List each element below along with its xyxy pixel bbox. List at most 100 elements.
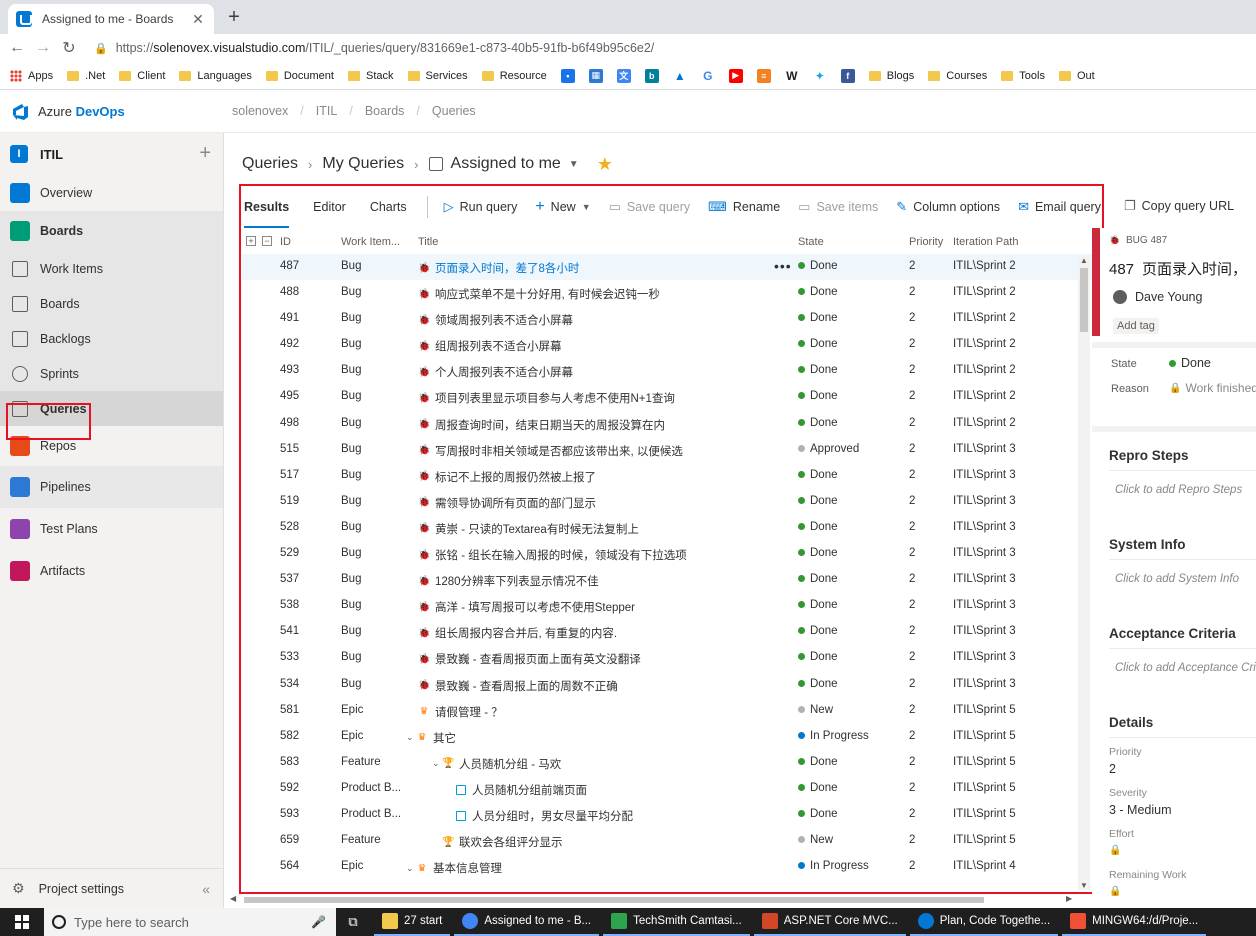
crumb-org[interactable]: solenovex (232, 104, 288, 118)
repro-steps-title: Repro Steps (1109, 448, 1189, 463)
project-settings[interactable]: ⚙ Project settings « (0, 868, 224, 908)
system-info-field[interactable]: Click to add System Info (1115, 573, 1239, 585)
sidebar-item-overview[interactable]: Overview (0, 175, 223, 211)
facebook-bookmark-icon[interactable]: f (840, 68, 855, 83)
taskbar-git-bash[interactable]: MINGW64:/d/Proje... (1062, 908, 1207, 936)
scroll-down-arrow-icon[interactable]: ▼ (1080, 881, 1088, 890)
scroll-left-arrow-icon[interactable]: ◀ (230, 894, 236, 903)
crumb-queries[interactable]: Queries (432, 104, 476, 118)
crumb-queries-root[interactable]: Queries (242, 155, 298, 173)
add-tag-button[interactable]: Add tag (1113, 318, 1159, 334)
bookmark-folder[interactable]: Resource (481, 70, 547, 82)
google-bookmark-icon[interactable]: G (700, 68, 715, 83)
translate-bookmark-icon[interactable]: 文 (616, 68, 631, 83)
calendar-bookmark-icon[interactable]: ▦ (588, 68, 603, 83)
scroll-up-arrow-icon[interactable]: ▲ (1080, 256, 1088, 265)
pipelines-icon (10, 477, 30, 497)
taskbar-chrome[interactable]: Assigned to me - B... (454, 908, 600, 936)
scroll-thumb[interactable] (1080, 268, 1088, 332)
wikipedia-bookmark-icon[interactable]: W (784, 68, 799, 83)
youtube-bookmark-icon[interactable]: ▶ (728, 68, 743, 83)
favorite-star-icon[interactable]: ★ (597, 154, 613, 175)
acceptance-criteria-title: Acceptance Criteria (1109, 626, 1236, 641)
reload-icon[interactable]: ↻ (56, 38, 82, 58)
bing-bookmark-icon[interactable]: b (644, 68, 659, 83)
bookmark-folder[interactable]: Document (265, 70, 334, 82)
folder-icon (67, 70, 80, 81)
work-item-title[interactable]: 487 页面录入时间， (1109, 258, 1247, 279)
new-tab-button[interactable]: + (224, 6, 244, 28)
bookmark-folder[interactable]: Services (407, 70, 468, 82)
vertical-scrollbar[interactable]: ▲ ▼ (1078, 256, 1090, 890)
bookmark-folder[interactable]: Blogs (868, 70, 914, 82)
crumb-boards[interactable]: Boards (365, 104, 405, 118)
sidebar-item-sprints[interactable]: Sprints (0, 356, 223, 391)
stackoverflow-bookmark-icon[interactable]: ≡ (756, 68, 771, 83)
chrome-icon (462, 913, 479, 929)
work-item-type-label: 🐞 BUG 487 (1109, 235, 1168, 246)
taskbar-explorer[interactable]: 27 start (374, 908, 451, 936)
bookmark-folder[interactable]: Courses (928, 70, 987, 82)
browser-tab[interactable]: Assigned to me - Boards ✕ (8, 4, 214, 34)
azure-bookmark-icon[interactable]: ▲ (672, 68, 687, 83)
copy-icon: ❐ (1124, 198, 1136, 213)
remaining-work-label: Remaining Work (1109, 869, 1187, 881)
sidebar-item-work-items[interactable]: Work Items (0, 251, 223, 286)
url-field[interactable]: 🔒 https://solenovex.visualstudio.com/ITI… (94, 41, 654, 55)
microphone-icon[interactable]: 🎤 (311, 915, 326, 929)
effort-label: Effort (1109, 828, 1134, 840)
collapse-sidebar-icon[interactable]: « (202, 881, 210, 897)
taskbar-powerpoint[interactable]: ASP.NET Core MVC... (753, 908, 906, 936)
bookmark-folder[interactable]: Languages (179, 70, 252, 82)
bookmark-folder[interactable]: Stack (347, 70, 394, 82)
crumb-project[interactable]: ITIL (316, 104, 338, 118)
sidebar-item-pipelines[interactable]: Pipelines (0, 466, 223, 508)
severity-value[interactable]: 3 - Medium (1109, 803, 1172, 817)
lock-icon: 🔒 (1109, 886, 1122, 897)
azure-devops-logo-icon[interactable] (10, 102, 30, 122)
org-breadcrumb: solenovex / ITIL / Boards / Queries (232, 104, 488, 118)
chevron-down-icon[interactable]: ▼ (569, 159, 579, 170)
add-icon[interactable]: + (199, 142, 211, 165)
project-header[interactable]: I ITIL + (0, 133, 223, 175)
scroll-right-arrow-icon[interactable]: ▶ (1066, 894, 1072, 903)
crumb-current-query[interactable]: Assigned to me (451, 155, 561, 173)
severity-label: Severity (1109, 787, 1147, 799)
taskbar-edge[interactable]: Plan, Code Togethe... (909, 908, 1059, 936)
forward-arrow-icon[interactable]: → (30, 39, 56, 57)
sidebar-item-boards[interactable]: Boards (0, 286, 223, 321)
paw-bookmark-icon[interactable]: • (560, 68, 575, 83)
bookmark-folder[interactable]: Out (1058, 70, 1095, 82)
taskbar-camtasia[interactable]: TechSmith Camtasi... (603, 908, 750, 936)
horizontal-scrollbar[interactable]: ◀ ▶ (230, 894, 1078, 906)
priority-value[interactable]: 2 (1109, 762, 1116, 776)
scroll-thumb[interactable] (244, 897, 984, 903)
state-value[interactable]: Done (1169, 356, 1211, 370)
test-plans-icon (10, 519, 30, 539)
close-tab-icon[interactable]: ✕ (190, 11, 206, 28)
start-button[interactable] (0, 908, 44, 936)
acceptance-criteria-field[interactable]: Click to add Acceptance Criteria (1115, 662, 1256, 674)
crumb-my-queries[interactable]: My Queries (322, 155, 404, 173)
sidebar-item-backlogs[interactable]: Backlogs (0, 321, 223, 356)
bookmark-folder[interactable]: Client (119, 70, 165, 82)
sidebar-item-test-plans[interactable]: Test Plans (0, 508, 223, 550)
powerpoint-icon (761, 913, 778, 929)
bookmark-folder[interactable]: .Net (67, 70, 105, 82)
sidebar-item-artifacts[interactable]: Artifacts (0, 550, 223, 592)
ado-brand[interactable]: Azure DevOps (38, 104, 125, 119)
bookmark-folder[interactable]: Tools (1001, 70, 1045, 82)
crumb-separator: / (416, 104, 420, 118)
task-view-icon[interactable]: ⧉ (336, 908, 370, 936)
twitter-bookmark-icon[interactable]: ✦ (812, 68, 827, 83)
assignee[interactable]: Dave Young (1113, 290, 1202, 304)
taskbar-search[interactable]: Type here to search 🎤 (44, 908, 336, 936)
folder-icon (481, 70, 494, 81)
divider (1092, 426, 1256, 432)
back-arrow-icon[interactable]: ← (4, 39, 30, 57)
repro-steps-field[interactable]: Click to add Repro Steps (1115, 484, 1242, 496)
remaining-work-lock: 🔒 (1109, 883, 1125, 897)
copy-query-url-button[interactable]: ❐ Copy query URL (1124, 198, 1234, 214)
bookmark-apps[interactable]: Apps (10, 69, 53, 82)
sidebar-item-boards-hub[interactable]: Boards (0, 211, 223, 251)
